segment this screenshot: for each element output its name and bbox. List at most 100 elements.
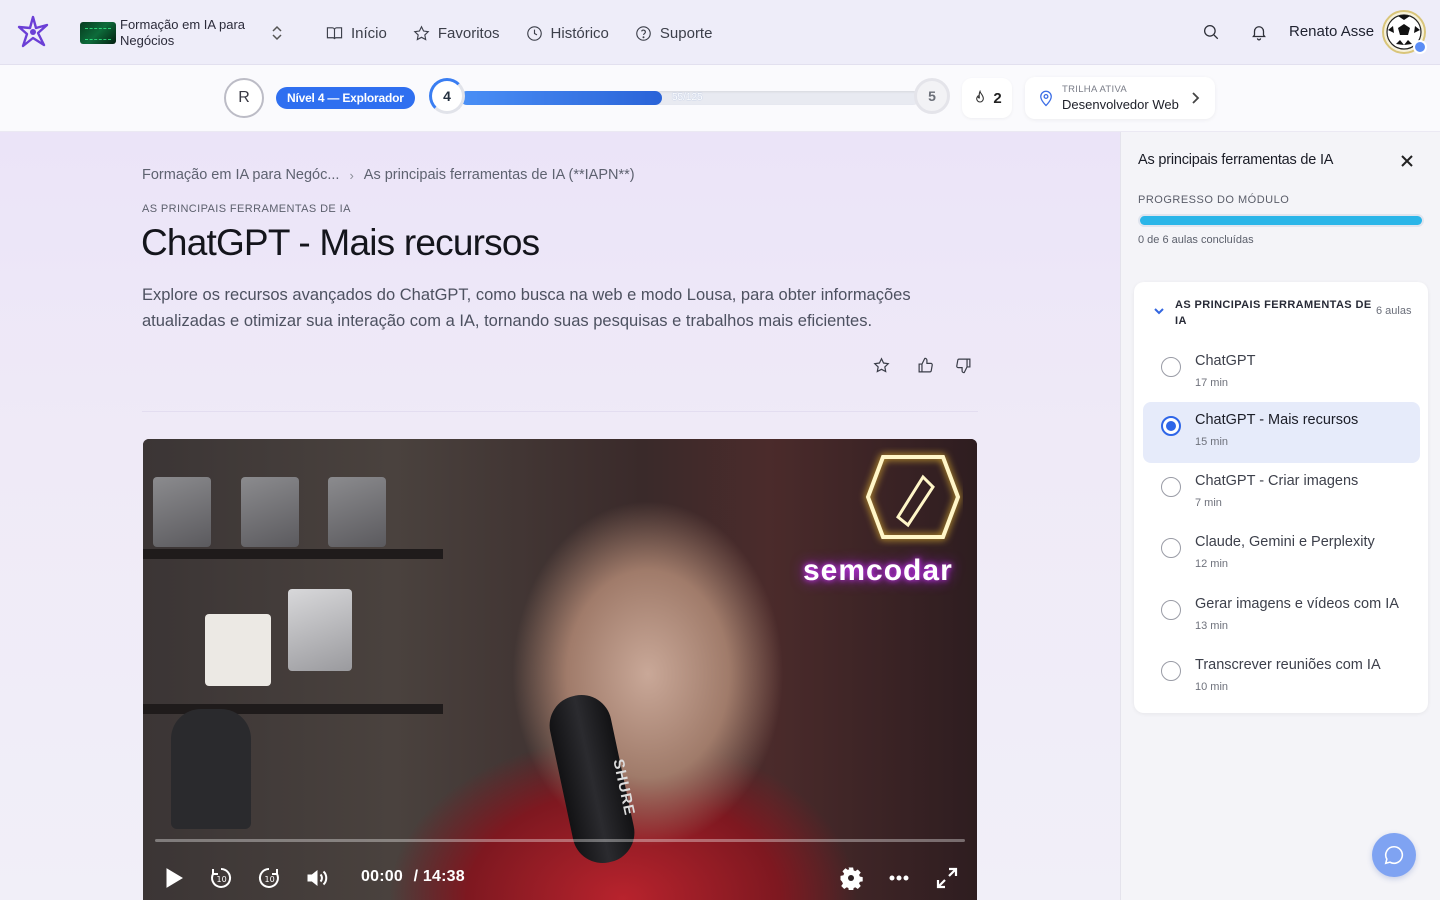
play-button[interactable] [158, 863, 188, 893]
sidebar-header: As principais ferramentas de IA PROGRESS… [1121, 132, 1440, 265]
current-level-circle: 4 [429, 78, 465, 114]
course-name: Formação em IA para Negócios [120, 17, 245, 48]
nav-link-label: Histórico [550, 24, 609, 42]
play-icon [166, 868, 183, 888]
lesson-status-radio-icon [1161, 600, 1181, 620]
nav-link-inicio[interactable]: Início [326, 20, 387, 46]
nav-link-favoritos[interactable]: Favoritos [413, 20, 500, 46]
lesson-item-title: Gerar imagens e vídeos com IA [1195, 596, 1399, 612]
breadcrumb-separator-icon: › [349, 167, 354, 183]
video-player[interactable]: semcodar SHURE 10 10 00:00 / 14:38 [143, 439, 977, 900]
photo-frame [205, 614, 271, 686]
rocket-neon-logo-icon [865, 455, 961, 539]
volume-icon [307, 869, 328, 887]
nav-link-suporte[interactable]: Suporte [635, 20, 713, 46]
dislike-button[interactable] [950, 352, 976, 378]
chat-bubble-icon [1384, 845, 1404, 865]
expand-icon [936, 867, 958, 889]
nav-link-label: Suporte [659, 24, 713, 42]
fullscreen-button[interactable] [932, 863, 962, 893]
search-icon [1203, 24, 1219, 40]
forward-10-icon: 10 [258, 867, 279, 888]
course-switcher[interactable]: Formação em IA para Negócios [80, 14, 290, 52]
lesson-item-duration: 7 min [1195, 497, 1222, 509]
chevron-right-icon [1192, 92, 1200, 104]
module-accordion-header[interactable]: AS PRINCIPAIS FERRAMENTAS DE IA 6 aulas [1134, 282, 1428, 342]
help-circle-icon [636, 25, 651, 41]
svg-text:10: 10 [265, 875, 275, 884]
video-seek-bar[interactable] [155, 839, 965, 842]
module-progress-bar [1138, 214, 1424, 227]
active-trail-button[interactable]: TRILHA ATIVA Desenvolvedor Web [1025, 77, 1215, 119]
neon-sign-text: semcodar [803, 554, 953, 587]
award-plaque [153, 477, 211, 547]
star-icon [872, 356, 890, 373]
shelf-decoration [143, 549, 443, 559]
lesson-main: Formação em IA para Negóc... › As princi… [0, 132, 1120, 900]
lesson-item-active[interactable]: ChatGPT - Mais recursos 15 min [1143, 402, 1420, 463]
top-navbar: Formação em IA para Negócios Início Favo… [0, 0, 1440, 65]
thumbs-down-icon [955, 358, 970, 373]
notifications-button[interactable] [1247, 20, 1271, 44]
close-icon [1401, 155, 1413, 167]
streak-value: 2 [993, 89, 1002, 107]
forward-10-button[interactable]: 10 [254, 863, 284, 893]
trail-value: Desenvolvedor Web [1062, 97, 1179, 112]
flame-icon [976, 90, 985, 103]
lesson-item[interactable]: Transcrever reuniões com IA 10 min [1143, 647, 1420, 708]
lesson-item[interactable]: ChatGPT - Criar imagens 7 min [1143, 463, 1420, 524]
lesson-item[interactable]: Claude, Gemini e Perplexity 12 min [1143, 524, 1420, 585]
like-button[interactable] [912, 352, 938, 378]
svg-text:10: 10 [217, 875, 227, 884]
chat-support-button[interactable] [1372, 833, 1416, 877]
breadcrumb: Formação em IA para Negóc... › As princi… [142, 167, 635, 183]
silver-play-button-award [288, 589, 352, 671]
lesson-status-radio-icon [1161, 538, 1181, 558]
module-lessons-card: AS PRINCIPAIS FERRAMENTAS DE IA 6 aulas … [1134, 282, 1428, 713]
thumbs-up-icon [918, 357, 933, 372]
nav-link-label: Favoritos [437, 24, 500, 42]
bell-icon [1252, 26, 1266, 41]
user-initial-avatar[interactable]: R [224, 78, 264, 118]
lesson-actions [868, 352, 988, 378]
volume-button[interactable] [302, 863, 332, 893]
lesson-status-radio-icon [1161, 357, 1181, 377]
settings-button[interactable] [836, 863, 866, 893]
breadcrumb-course[interactable]: Formação em IA para Negóc... [142, 167, 339, 183]
module-eyebrow: AS PRINCIPAIS FERRAMENTAS DE IA [142, 203, 351, 215]
xp-progress-fill [460, 91, 663, 105]
favorite-button[interactable] [868, 352, 894, 378]
more-options-button[interactable] [884, 863, 914, 893]
lesson-item-title: Transcrever reuniões com IA [1195, 657, 1381, 673]
rewind-10-button[interactable]: 10 [206, 863, 236, 893]
trail-label: TRILHA ATIVA [1062, 84, 1128, 95]
module-progress-label: PROGRESSO DO MÓDULO [1138, 194, 1290, 206]
lesson-item-duration: 15 min [1195, 436, 1229, 448]
lesson-title: ChatGPT - Mais recursos [141, 222, 540, 263]
module-progress-fill [1140, 216, 1422, 225]
video-frame: semcodar SHURE [143, 439, 977, 900]
close-sidebar-button[interactable] [1400, 154, 1418, 172]
video-current-time: 00:00 [361, 868, 403, 885]
lesson-item-duration: 12 min [1195, 558, 1229, 570]
book-open-icon [326, 26, 343, 39]
breadcrumb-module[interactable]: As principais ferramentas de IA (**IAPN*… [364, 167, 635, 183]
lesson-status-radio-icon [1161, 661, 1181, 681]
more-horizontal-icon [889, 875, 909, 881]
lesson-item[interactable]: Gerar imagens e vídeos com IA 13 min [1143, 586, 1420, 647]
lesson-item[interactable]: ChatGPT 17 min [1143, 343, 1420, 404]
streak-counter[interactable]: 2 [962, 78, 1012, 118]
module-lesson-count: 6 aulas [1376, 305, 1412, 317]
search-button[interactable] [1199, 20, 1223, 44]
nav-link-historico[interactable]: Histórico [526, 20, 609, 46]
app-logo-icon[interactable] [16, 15, 50, 49]
user-name[interactable]: Renato Asse [1289, 23, 1374, 40]
award-plaque [328, 477, 386, 547]
level-badge[interactable]: Nível 4 — Explorador [276, 87, 415, 109]
course-thumbnail [80, 22, 116, 44]
sidebar-title: As principais ferramentas de IA [1138, 152, 1334, 168]
lesson-status-radio-icon [1161, 416, 1181, 436]
module-progress-text: 0 de 6 aulas concluídas [1138, 234, 1254, 246]
video-time: 00:00 / 14:38 [361, 868, 465, 886]
gamification-bar: R Nível 4 — Explorador 55/125 4 5 2 TRIL… [0, 65, 1440, 132]
